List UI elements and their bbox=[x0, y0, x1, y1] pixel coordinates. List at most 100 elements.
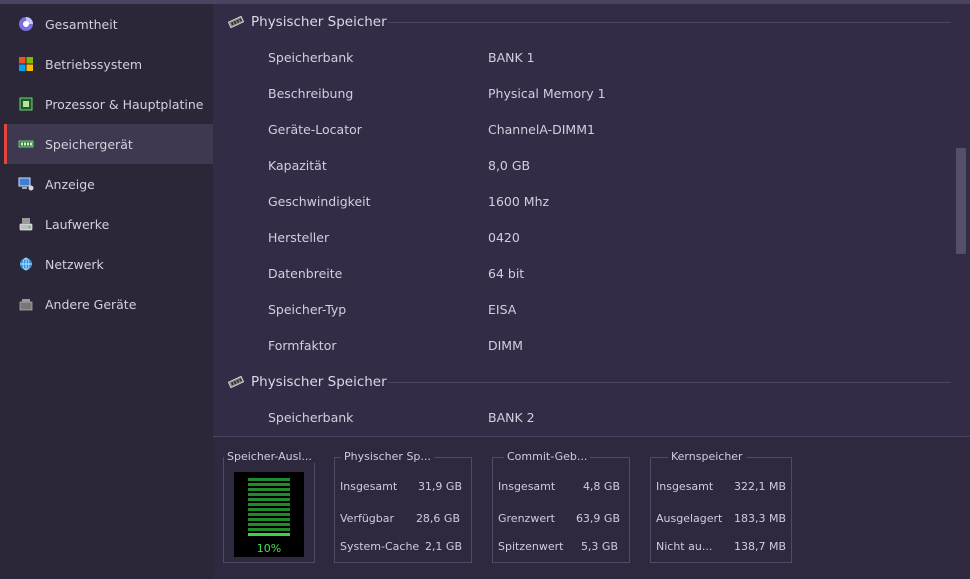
sidebar-item-label: Andere Geräte bbox=[45, 296, 137, 312]
ram-module-icon bbox=[18, 140, 34, 148]
gauge-bar bbox=[248, 533, 290, 536]
overview-icon bbox=[19, 17, 33, 31]
property-row: Geschwindigkeit 1600 Mhz bbox=[268, 184, 948, 220]
sidebar-item-prozessor[interactable]: Prozessor & Hauptplatine bbox=[4, 84, 213, 124]
gauge-bar bbox=[248, 508, 290, 511]
property-value: BANK 2 bbox=[488, 410, 535, 425]
windows-logo-icon bbox=[19, 57, 33, 71]
stat-key: System-Cache bbox=[340, 540, 420, 553]
section-divider bbox=[388, 22, 951, 23]
ram-module-icon bbox=[227, 375, 245, 389]
scrollbar-thumb[interactable] bbox=[956, 148, 966, 254]
group-title: Commit-Geb... bbox=[504, 450, 591, 463]
stat-key: Insgesamt bbox=[340, 480, 398, 493]
property-key: Speicher-Typ bbox=[268, 302, 347, 317]
gauge-bar bbox=[248, 523, 290, 526]
property-value: 1600 Mhz bbox=[488, 194, 550, 209]
gauge-percent: 10% bbox=[256, 542, 282, 555]
stat-key: Insgesamt bbox=[498, 480, 556, 493]
sidebar-item-netzwerk[interactable]: Netzwerk bbox=[4, 244, 213, 284]
display-icon bbox=[18, 177, 34, 191]
details-panel: Physischer Speicher Speicherbank BANK 1 … bbox=[213, 4, 970, 436]
stat-value: 2,1 GB bbox=[424, 540, 462, 553]
sidebar: Gesamtheit Betriebssystem Prozessor & Ha… bbox=[0, 4, 213, 578]
stat-key: Nicht au... bbox=[656, 540, 713, 553]
gauge-bar bbox=[248, 528, 290, 531]
group-title: Kernspeicher bbox=[668, 450, 746, 463]
property-key: Speicherbank bbox=[268, 50, 354, 65]
memory-usage-group: Speicher-Ausl... 10% bbox=[223, 450, 315, 563]
physical-memory-group: Physischer Sp... Insgesamt 31,9 GB Verfü… bbox=[334, 450, 472, 563]
property-row: Speicherbank BANK 2 bbox=[268, 400, 948, 436]
ram-module-icon bbox=[227, 15, 245, 29]
cpu-chip-icon bbox=[19, 97, 33, 111]
gauge-bar bbox=[248, 483, 290, 486]
property-row: Beschreibung Physical Memory 1 bbox=[268, 76, 948, 112]
stat-key: Verfügbar bbox=[340, 512, 395, 525]
property-value: 0420 bbox=[488, 230, 520, 245]
property-row: Speicherbank BANK 1 bbox=[268, 40, 948, 76]
gauge-bars bbox=[248, 478, 290, 538]
sidebar-item-laufwerke[interactable]: Laufwerke bbox=[4, 204, 213, 244]
property-key: Speicherbank bbox=[268, 410, 354, 425]
device-icon bbox=[19, 299, 33, 311]
stat-value: 138,7 MB bbox=[733, 540, 786, 553]
gauge-bar bbox=[248, 518, 290, 521]
property-row: Speicher-Typ EISA bbox=[268, 292, 948, 328]
sidebar-item-gesamtheit[interactable]: Gesamtheit bbox=[4, 4, 213, 44]
app-window: Gesamtheit Betriebssystem Prozessor & Ha… bbox=[0, 0, 970, 579]
section-title: Physischer Speicher bbox=[251, 14, 387, 30]
gauge-bar bbox=[248, 498, 290, 501]
stat-value: 5,3 GB bbox=[580, 540, 618, 553]
property-row: Hersteller 0420 bbox=[268, 220, 948, 256]
section-header: Physischer Speicher bbox=[227, 370, 387, 394]
stat-key: Ausgelagert bbox=[656, 512, 723, 525]
stat-value: 63,9 GB bbox=[575, 512, 620, 525]
property-key: Hersteller bbox=[268, 230, 330, 245]
stat-value: 4,8 GB bbox=[582, 480, 620, 493]
property-row: Geräte-Locator ChannelA-DIMM1 bbox=[268, 112, 948, 148]
network-icon bbox=[20, 257, 32, 271]
property-key: Datenbreite bbox=[268, 266, 343, 281]
gauge-bar bbox=[248, 513, 290, 516]
sidebar-item-label: Betriebssystem bbox=[45, 56, 143, 72]
gauge-bar bbox=[248, 478, 290, 481]
property-value: 64 bit bbox=[488, 266, 525, 281]
property-row: Datenbreite 64 bit bbox=[268, 256, 948, 292]
gauge-bar bbox=[248, 503, 290, 506]
sidebar-item-speichergeraet[interactable]: Speichergerät bbox=[4, 124, 213, 164]
sidebar-item-anzeige[interactable]: Anzeige bbox=[4, 164, 213, 204]
property-key: Beschreibung bbox=[268, 86, 354, 101]
kernel-memory-group: Kernspeicher Insgesamt 322,1 MB Ausgelag… bbox=[650, 450, 792, 563]
memory-usage-gauge: 10% bbox=[234, 472, 304, 557]
property-value: 8,0 GB bbox=[488, 158, 531, 173]
property-value: BANK 1 bbox=[488, 50, 535, 65]
property-row: Kapazität 8,0 GB bbox=[268, 148, 948, 184]
stat-key: Insgesamt bbox=[656, 480, 714, 493]
gauge-bar bbox=[248, 493, 290, 496]
property-key: Kapazität bbox=[268, 158, 327, 173]
stat-value: 31,9 GB bbox=[417, 480, 462, 493]
stat-value: 183,3 MB bbox=[733, 512, 786, 525]
sidebar-item-label: Anzeige bbox=[45, 176, 95, 192]
property-key: Formfaktor bbox=[268, 338, 337, 353]
section-title: Physischer Speicher bbox=[251, 374, 387, 390]
property-row: Formfaktor DIMM bbox=[268, 328, 948, 364]
property-value: EISA bbox=[488, 302, 517, 317]
sidebar-item-label: Prozessor & Hauptplatine bbox=[45, 96, 204, 112]
sidebar-item-label: Speichergerät bbox=[45, 136, 133, 152]
sidebar-item-label: Gesamtheit bbox=[45, 16, 118, 32]
gauge-bar bbox=[248, 488, 290, 491]
group-title: Speicher-Ausl... bbox=[224, 450, 315, 463]
property-value: Physical Memory 1 bbox=[488, 86, 606, 101]
stat-value: 322,1 MB bbox=[733, 480, 786, 493]
property-value: DIMM bbox=[488, 338, 523, 353]
drive-icon bbox=[19, 218, 33, 231]
section-header: Physischer Speicher bbox=[227, 10, 387, 34]
sidebar-item-andere-geraete[interactable]: Andere Geräte bbox=[4, 284, 213, 324]
stat-key: Spitzenwert bbox=[498, 540, 564, 553]
stat-key: Grenzwert bbox=[498, 512, 555, 525]
sidebar-item-betriebssystem[interactable]: Betriebssystem bbox=[4, 44, 213, 84]
sidebar-item-label: Netzwerk bbox=[45, 256, 104, 272]
property-key: Geschwindigkeit bbox=[268, 194, 371, 209]
